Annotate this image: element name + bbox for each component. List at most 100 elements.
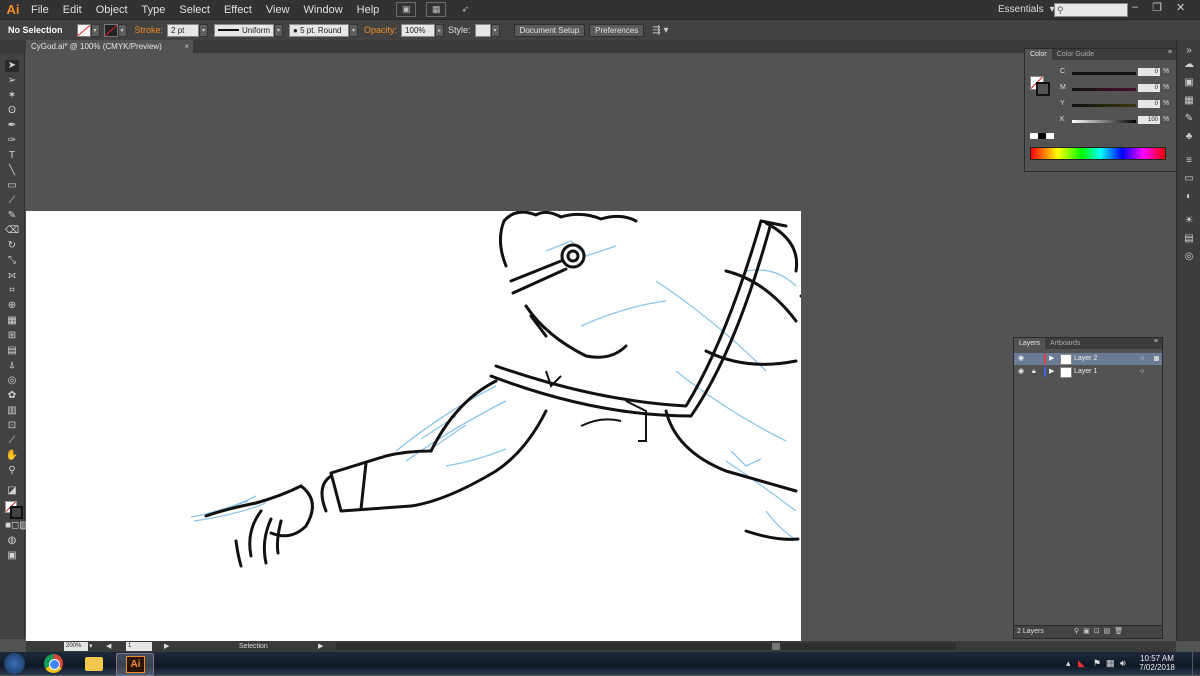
symbol-sprayer-tool-icon[interactable]: ✿ bbox=[5, 390, 19, 402]
variable-width-profile[interactable]: Uniform bbox=[214, 23, 275, 37]
file-explorer-icon[interactable] bbox=[76, 653, 112, 674]
cyan-slider[interactable]: C 0 % bbox=[1060, 68, 1175, 78]
gradient-tool-icon[interactable]: ▤ bbox=[5, 345, 19, 357]
maximize-icon[interactable]: ❐ bbox=[1152, 1, 1162, 14]
column-graph-tool-icon[interactable]: ▥ bbox=[5, 405, 19, 417]
draw-mode-icon[interactable]: ◍ bbox=[5, 535, 19, 547]
layer-row[interactable]: ◉ 🔒︎ ▶ Layer 1 ○ bbox=[1014, 366, 1162, 378]
curvature-tool-icon[interactable]: ✑ bbox=[5, 135, 19, 147]
menu-type[interactable]: Type bbox=[135, 4, 173, 16]
fill-swatch[interactable] bbox=[76, 23, 91, 37]
show-hidden-icons[interactable]: ▴ bbox=[1066, 658, 1071, 669]
graphic-styles-icon[interactable]: ▤ bbox=[1183, 233, 1195, 244]
artboard[interactable] bbox=[26, 211, 801, 641]
magenta-track[interactable] bbox=[1072, 88, 1136, 91]
selection-tool-icon[interactable]: ➤ bbox=[5, 60, 19, 72]
direct-selection-tool-icon[interactable]: ➢ bbox=[5, 75, 19, 87]
symbols-icon[interactable]: ♣ bbox=[1183, 131, 1195, 142]
layer-name[interactable]: Layer 2 bbox=[1074, 353, 1097, 365]
default-fill-stroke-icon[interactable]: ◪ bbox=[5, 485, 19, 497]
black-slider[interactable]: K 100 % bbox=[1060, 116, 1175, 126]
next-artboard-icon[interactable]: ▶ bbox=[164, 641, 169, 652]
locate-object-icon[interactable]: ⚲ bbox=[1074, 628, 1083, 635]
brush-dropdown-icon[interactable]: ▾ bbox=[349, 23, 359, 37]
eyedropper-tool-icon[interactable]: ⍋ bbox=[5, 360, 19, 372]
color-modes-icon[interactable]: ■◻▨ bbox=[5, 520, 29, 532]
menu-edit[interactable]: Edit bbox=[56, 4, 89, 16]
flag-icon[interactable]: ⚑ bbox=[1093, 658, 1101, 669]
stroke-weight-dropdown-icon[interactable]: ▾ bbox=[199, 23, 209, 37]
fill-stroke-swatches-icon[interactable] bbox=[5, 501, 23, 519]
start-button[interactable] bbox=[4, 653, 25, 674]
gpu-performance-icon[interactable]: ➶ bbox=[456, 3, 474, 16]
show-desktop-button[interactable] bbox=[1192, 652, 1200, 675]
brushes-icon[interactable]: ✎ bbox=[1183, 113, 1195, 124]
arrange-documents-icon[interactable]: ▦ bbox=[426, 2, 447, 17]
new-layer-icon[interactable]: ▤ bbox=[1104, 628, 1115, 635]
menu-effect[interactable]: Effect bbox=[217, 4, 259, 16]
opacity-field[interactable]: 100% bbox=[401, 23, 436, 37]
tab-color[interactable]: Color bbox=[1025, 49, 1052, 60]
workspace-switcher[interactable]: Essentials ▾ bbox=[998, 2, 1055, 17]
expand-arrow-icon[interactable]: ▶ bbox=[1049, 366, 1054, 378]
stroke-panel-icon[interactable]: ≡ bbox=[1183, 155, 1195, 166]
close-icon[interactable]: ✕ bbox=[1176, 1, 1185, 14]
menu-select[interactable]: Select bbox=[172, 4, 217, 16]
pencil-tool-icon[interactable]: ✎ bbox=[5, 210, 19, 222]
volume-icon[interactable]: 🔊︎ bbox=[1120, 658, 1126, 669]
panel-menu-icon[interactable]: ≡ bbox=[1154, 338, 1158, 349]
menu-file[interactable]: File bbox=[24, 4, 56, 16]
tab-color-guide[interactable]: Color Guide bbox=[1052, 49, 1099, 60]
appearance-icon[interactable]: ☀ bbox=[1183, 215, 1195, 226]
zoom-field[interactable]: 200% bbox=[64, 642, 88, 651]
swatches-icon[interactable]: ▦ bbox=[1183, 95, 1195, 106]
shape-builder-tool-icon[interactable]: ⊕ bbox=[5, 300, 19, 312]
menu-object[interactable]: Object bbox=[89, 4, 135, 16]
yellow-track[interactable] bbox=[1072, 104, 1136, 107]
target-circle-icon[interactable]: ○ bbox=[1140, 366, 1144, 378]
bridge-icon[interactable]: ▣ bbox=[396, 2, 417, 17]
cyan-value[interactable]: 0 bbox=[1138, 68, 1160, 76]
slice-tool-icon[interactable]: ⟋ bbox=[5, 435, 19, 447]
minimize-icon[interactable]: – bbox=[1132, 1, 1138, 14]
zoom-tool-icon[interactable]: ⚲ bbox=[5, 465, 19, 477]
stroke-label[interactable]: Stroke: bbox=[135, 25, 164, 35]
search-input[interactable]: ⚲ bbox=[1054, 3, 1128, 17]
stroke-weight-field[interactable]: 2 pt bbox=[167, 23, 200, 37]
menu-view[interactable]: View bbox=[259, 4, 297, 16]
illustrator-taskbar-button[interactable]: Ai bbox=[116, 653, 154, 676]
close-tab-icon[interactable]: × bbox=[184, 40, 189, 53]
target-circle-icon[interactable]: ○ bbox=[1140, 353, 1144, 365]
chrome-icon[interactable] bbox=[36, 653, 72, 674]
gradient-panel-icon[interactable]: ▭ bbox=[1183, 173, 1195, 184]
hand-tool-icon[interactable]: ✋ bbox=[5, 450, 19, 462]
yellow-value[interactable]: 0 bbox=[1138, 100, 1160, 108]
expand-arrow-icon[interactable]: ▶ bbox=[1049, 353, 1054, 365]
layer-row[interactable]: ◉ ▶ Layer 2 ○ bbox=[1014, 353, 1162, 365]
menu-window[interactable]: Window bbox=[297, 4, 350, 16]
transparency-icon[interactable]: ◐ bbox=[1183, 191, 1195, 202]
libraries-icon[interactable]: ☁ bbox=[1183, 59, 1195, 70]
magenta-value[interactable]: 0 bbox=[1138, 84, 1160, 92]
brush-definition[interactable]: ● 5 pt. Round bbox=[289, 23, 350, 37]
prev-artboard-icon[interactable]: ◀ bbox=[106, 641, 111, 652]
make-clipping-mask-icon[interactable]: ▣ bbox=[1083, 628, 1094, 635]
perspective-grid-tool-icon[interactable]: ▦ bbox=[5, 315, 19, 327]
preferences-button[interactable]: Preferences bbox=[589, 23, 645, 37]
style-swatch[interactable] bbox=[474, 23, 491, 37]
document-tab[interactable]: CyGod.ai* @ 100% (CMYK/Preview) × bbox=[26, 40, 193, 53]
horizontal-scrollbar[interactable] bbox=[336, 643, 956, 650]
tab-artboards[interactable]: Artboards bbox=[1045, 338, 1085, 349]
layers-panel-icon[interactable]: ◎ bbox=[1183, 251, 1195, 262]
yellow-slider[interactable]: Y 0 % bbox=[1060, 100, 1175, 110]
style-dropdown-icon[interactable]: ▾ bbox=[490, 23, 500, 37]
collapse-dock-icon[interactable]: » bbox=[1183, 45, 1195, 56]
document-setup-button[interactable]: Document Setup bbox=[513, 23, 586, 37]
eraser-tool-icon[interactable]: ⌫ bbox=[5, 225, 19, 237]
fill-stroke-proxy[interactable] bbox=[1030, 76, 1050, 96]
antivirus-tray-icon[interactable]: ◣ bbox=[1078, 658, 1085, 669]
lasso-tool-icon[interactable]: ʘ bbox=[5, 105, 19, 117]
pen-tool-icon[interactable]: ✒ bbox=[5, 120, 19, 132]
visibility-eye-icon[interactable]: ◉ bbox=[1018, 353, 1024, 365]
screen-mode-icon[interactable]: ▣ bbox=[5, 550, 19, 562]
